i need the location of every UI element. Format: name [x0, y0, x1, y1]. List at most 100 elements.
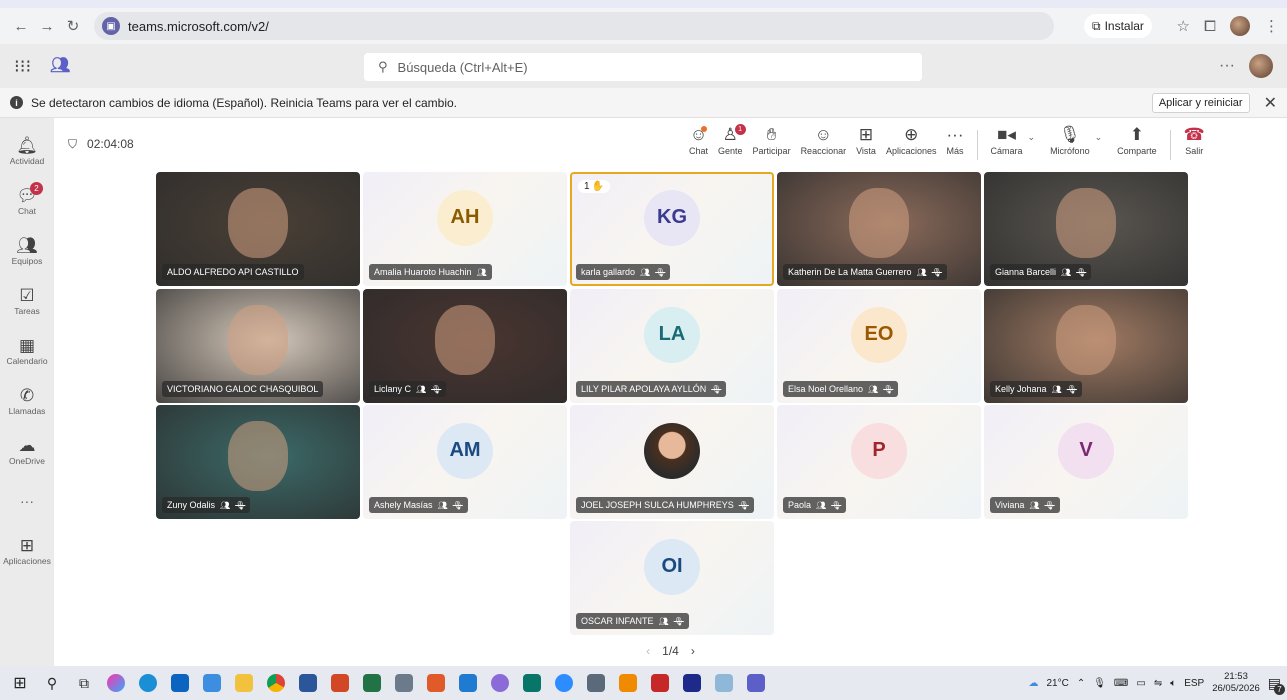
tray-chevron-icon[interactable]: ⌃ [1077, 678, 1085, 689]
vlc-icon[interactable] [614, 669, 642, 697]
microphone-button[interactable]: 🎙︎ Micrófono [1045, 124, 1095, 156]
teams-taskbar-icon[interactable] [742, 669, 770, 697]
reload-icon[interactable]: ↻ [60, 13, 86, 39]
participant-tile[interactable]: Liclany C 👥︎ 🎙︎ [363, 289, 567, 403]
video-feed [1056, 305, 1116, 376]
share-button[interactable]: ⬆ Comparte [1112, 124, 1162, 156]
weather-icon[interactable]: ☁ [1028, 678, 1038, 689]
mic-tray-icon[interactable]: 🎙︎ [1093, 678, 1106, 689]
rail-item-bell[interactable]: 🔔︎ Actividad [0, 128, 54, 174]
publisher-icon[interactable] [518, 669, 546, 697]
notifications-icon[interactable]: ▤ 7 [1268, 675, 1285, 695]
rail-item-cloud[interactable]: ☁ OneDrive [0, 428, 54, 474]
excel-icon[interactable] [358, 669, 386, 697]
store-icon[interactable] [454, 669, 482, 697]
address-bar[interactable]: ▣ teams.microsoft.com/v2/ [94, 12, 1054, 40]
tool-view-button[interactable]: ⊞ Vista [851, 124, 881, 156]
participant-tile[interactable]: Kelly Johana 👥︎ 🎙︎ [984, 289, 1188, 403]
participant-tile[interactable]: AM Ashely Masías 👥︎ 🎙︎ [363, 405, 567, 519]
participant-tile[interactable]: AH Amalia Huaroto Huachin 👥︎ [363, 172, 567, 286]
user-avatar[interactable] [1249, 54, 1273, 78]
volume-icon[interactable]: 🔈︎ [1170, 678, 1176, 689]
participant-tile[interactable]: KG 1 ✋ karla gallardo 👥︎ 🎙︎ [570, 172, 774, 286]
participant-tile[interactable]: VICTORIANO GALOC CHASQUIBOL [156, 289, 360, 403]
app-red-icon[interactable] [646, 669, 674, 697]
prev-page-icon[interactable]: ‹ [646, 644, 650, 658]
participant-tile[interactable]: OI OSCAR INFANTE 👥︎ 🎙︎ [570, 521, 774, 635]
paint-icon[interactable] [422, 669, 450, 697]
mail-icon[interactable] [198, 669, 226, 697]
search-icon[interactable]: ⚲ [38, 669, 66, 697]
rail-item-more[interactable]: ··· [0, 478, 54, 524]
mic-options-chevron-icon[interactable]: ⌄ [1095, 132, 1103, 143]
participant-name: Kelly Johana [995, 384, 1047, 394]
app-launcher-icon[interactable]: ⁝⁝⁝ [14, 56, 44, 77]
participant-tile[interactable]: LA LILY PILAR APOLAYA AYLLÓN 🎙︎ [570, 289, 774, 403]
clock[interactable]: 21:53 26/05/2026 [1212, 671, 1260, 695]
calculator-icon[interactable] [390, 669, 418, 697]
camera-app-icon[interactable] [582, 669, 610, 697]
rail-item-phone[interactable]: ✆ Llamadas [0, 378, 54, 424]
snipping-tool-icon[interactable] [486, 669, 514, 697]
copilot-icon[interactable] [102, 669, 130, 697]
windows-start-icon[interactable]: ⊞ [6, 669, 34, 697]
apps-icon: ⊞ [19, 535, 35, 555]
edge-icon[interactable] [134, 669, 162, 697]
participant-tile[interactable]: Katherin De La Matta Guerrero 👥︎ 🎙︎ [777, 172, 981, 286]
mic-label: Micrófono [1050, 146, 1090, 156]
install-app-button[interactable]: ⧉ Instalar [1084, 14, 1152, 38]
participant-initials: V [1058, 422, 1114, 479]
next-page-icon[interactable]: › [691, 644, 695, 658]
more-options-icon[interactable]: ··· [1219, 57, 1235, 75]
muted-mic-icon: 🎙︎ [431, 384, 442, 394]
temperature[interactable]: 21°C [1046, 678, 1068, 689]
tool-react-button[interactable]: ☺ Reaccionar [796, 124, 852, 156]
participant-tile[interactable]: V Viviana 👥︎ 🎙︎ [984, 405, 1188, 519]
rail-label: OneDrive [9, 455, 45, 466]
browser-menu-icon[interactable]: ⋮ [1264, 17, 1279, 35]
file-explorer-icon[interactable] [230, 669, 258, 697]
leave-button[interactable]: ☎ Salir [1179, 124, 1210, 156]
search-input[interactable]: ⚲ Búsqueda (Ctrl+Alt+E) [364, 53, 922, 81]
tool-people-button[interactable]: ♙ Gente 1 [713, 124, 748, 156]
bookmark-star-icon[interactable]: ☆ [1177, 17, 1190, 35]
rail-item-apps[interactable]: ⊞ Aplicaciones [0, 528, 54, 574]
participant-tile[interactable]: EO Elsa Noel Orellano 👥︎ 🎙︎ [777, 289, 981, 403]
tool-chat-button[interactable]: ☺ Chat [684, 124, 713, 156]
tool-more-button[interactable]: ··· Más [941, 124, 968, 156]
task-view-icon[interactable]: ⧉ [70, 669, 98, 697]
extensions-icon[interactable]: ⧠ [1204, 18, 1216, 35]
participant-tile[interactable]: P Paola 👥︎ 🎙︎ [777, 405, 981, 519]
network-icon[interactable]: ⌨ [1114, 678, 1128, 689]
rail-item-teams[interactable]: 👥︎ Equipos [0, 228, 54, 274]
participant-tile[interactable]: JOEL JOSEPH SULCA HUMPHREYS 🎙︎ [570, 405, 774, 519]
muted-mic-icon: 🎙︎ [452, 500, 463, 510]
back-icon[interactable]: ← [8, 13, 34, 39]
camera-options-chevron-icon[interactable]: ⌄ [1028, 132, 1036, 143]
zoom-icon[interactable] [550, 669, 578, 697]
participant-name-tag: LILY PILAR APOLAYA AYLLÓN 🎙︎ [576, 381, 727, 397]
app-blue-icon[interactable] [678, 669, 706, 697]
participant-tile[interactable]: Zuny Odalis 👥︎ 🎙︎ [156, 405, 360, 519]
battery-icon[interactable]: ▭ [1136, 678, 1145, 689]
notepad-icon[interactable] [710, 669, 738, 697]
language-indicator[interactable]: ESP [1184, 678, 1204, 689]
word-icon[interactable] [294, 669, 322, 697]
close-icon[interactable]: ✕ [1264, 93, 1277, 113]
participant-tile[interactable]: ALDO ALFREDO API CASTILLO [156, 172, 360, 286]
browser-profile-avatar[interactable] [1230, 16, 1250, 36]
participant-tile[interactable]: Gianna Barcelli 👥︎ 🎙︎ [984, 172, 1188, 286]
camera-button[interactable]: ■◂ Cámara [986, 124, 1028, 156]
wifi-icon[interactable]: ⇋ [1154, 678, 1162, 689]
tool-apps-button[interactable]: ⊕ Aplicaciones [881, 124, 942, 156]
rail-label: Llamadas [8, 405, 46, 416]
rail-item-calendar[interactable]: ▦ Calendario [0, 328, 54, 374]
powerpoint-icon[interactable] [326, 669, 354, 697]
outlook-icon[interactable] [166, 669, 194, 697]
tool-raise-hand-button[interactable]: ✋︎ Participar [748, 124, 796, 156]
chrome-icon[interactable] [262, 669, 290, 697]
apply-restart-button[interactable]: Aplicar y reiniciar [1151, 92, 1250, 113]
rail-item-chat[interactable]: 💬︎ Chat 2 [0, 178, 54, 224]
forward-icon[interactable]: → [34, 13, 60, 39]
rail-item-tasks[interactable]: ☑ Tareas [0, 278, 54, 324]
